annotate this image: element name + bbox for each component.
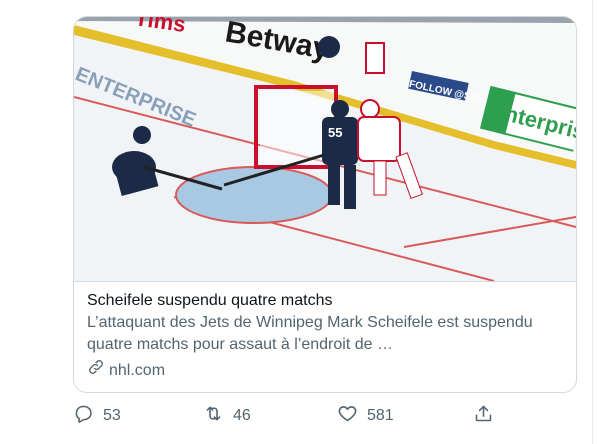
share-button[interactable] [473,402,494,430]
like-icon [337,403,358,429]
share-icon [473,403,494,429]
reply-icon [73,403,94,429]
card-title: Scheifele suspendu quatre matchs [87,292,333,309]
like-count: 581 [367,407,394,424]
retweet-icon [203,403,224,429]
card-domain-text: nhl.com [109,361,166,379]
retweet-count: 46 [233,407,251,424]
reply-count: 53 [103,407,121,424]
card-domain: nhl.com [87,358,565,383]
link-card[interactable]: Betway Tims FOLLOW @SEIZZY Enterprise EN… [73,16,577,393]
timeline-border [592,0,593,444]
link-icon [87,358,105,383]
card-text[interactable]: Scheifele suspendu quatre matchs L’attaq… [87,290,565,383]
card-image[interactable]: Betway Tims FOLLOW @SEIZZY Enterprise EN… [74,17,576,281]
jersey-number: 55 [328,125,342,140]
reply-button[interactable]: 53 [73,402,121,430]
hockey-scene-image: Betway Tims FOLLOW @SEIZZY Enterprise EN… [74,17,576,281]
like-button[interactable]: 581 [337,402,394,430]
retweet-button[interactable]: 46 [203,402,251,430]
tweet-actions: 53 46 581 [73,402,503,430]
card-divider [74,281,576,282]
card-description: L’attaquant des Jets de Winnipeg Mark Sc… [87,314,533,353]
